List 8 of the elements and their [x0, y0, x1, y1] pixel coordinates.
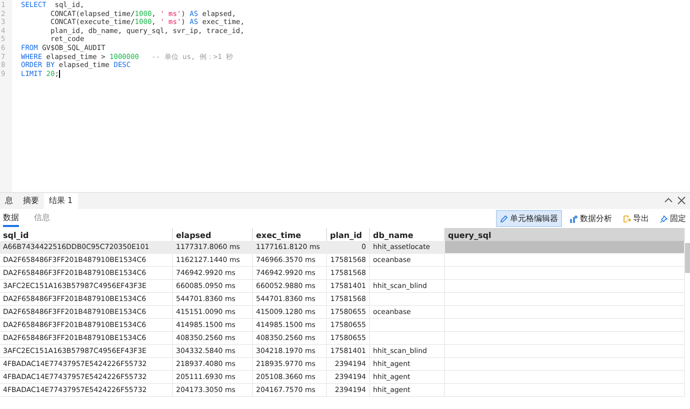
toolbar-button[interactable]: 固定 — [656, 210, 690, 227]
result-tab[interactable]: 息 — [0, 193, 18, 209]
toolbar-button[interactable]: 数据分析 — [565, 210, 616, 227]
toolbar-button[interactable]: 单元格编辑器 — [496, 210, 562, 227]
data-tab[interactable]: 信息 — [34, 210, 50, 227]
toolbar-button[interactable]: 导出 — [619, 210, 653, 227]
result-tab[interactable]: 摘要 — [18, 193, 44, 209]
result-tab[interactable]: 结果 1 — [44, 193, 78, 209]
